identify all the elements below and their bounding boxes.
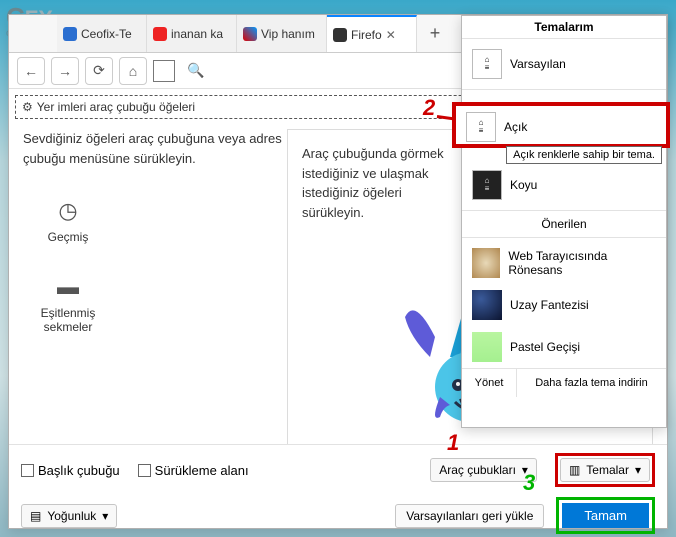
reload-button[interactable]: ⟳ bbox=[85, 57, 113, 85]
tab-firefox-customize[interactable]: Firefo ✕ bbox=[327, 15, 417, 52]
theme-label: Koyu bbox=[510, 178, 537, 192]
synced-tabs-tool[interactable]: ▬ Eşitlenmiş sekmeler bbox=[23, 274, 113, 334]
addressbar-placeholder[interactable] bbox=[153, 60, 175, 82]
restore-defaults-button[interactable]: Varsayılanları geri yükle bbox=[395, 504, 544, 528]
firefox-window: Ceofix-Te inanan ka Vip hanım Firefo ✕ +… bbox=[8, 14, 668, 529]
theme-dark[interactable]: ⌂≡ Koyu bbox=[462, 164, 666, 206]
theme-swatch-icon: ⌂≡ bbox=[472, 49, 502, 79]
get-more-themes-button[interactable]: Daha fazla tema indirin bbox=[517, 369, 666, 397]
theme-space-fantasy[interactable]: Uzay Fantezisi bbox=[462, 284, 666, 326]
theme-thumb-icon bbox=[472, 290, 502, 320]
preview-instruction: Araç çubuğunda görmek istediğiniz ve ula… bbox=[302, 144, 462, 222]
search-icon: 🔍 bbox=[187, 62, 204, 79]
tabs-icon: ▬ bbox=[23, 274, 113, 300]
theme-thumb-icon bbox=[472, 248, 500, 278]
theme-pastel[interactable]: Pastel Geçişi bbox=[462, 326, 666, 368]
checkbox-label: Sürükleme alanı bbox=[155, 463, 249, 478]
density-dropdown[interactable]: ▤ Yoğunluk ▾ bbox=[21, 504, 117, 528]
gear-icon: ⚙ bbox=[22, 100, 33, 114]
tab-label: Ceofix-Te bbox=[81, 27, 132, 41]
tab-label: Firefo bbox=[351, 28, 382, 42]
chevron-down-icon: ▾ bbox=[102, 509, 108, 523]
theme-label: Varsayılan bbox=[510, 57, 566, 71]
favicon-icon bbox=[243, 27, 257, 41]
tab-vip[interactable]: Vip hanım bbox=[237, 15, 327, 52]
new-tab-button[interactable]: + bbox=[417, 15, 453, 52]
checkbox-label: Başlık çubuğu bbox=[38, 463, 120, 478]
themes-button-highlight: ▥ Temalar ▾ bbox=[555, 453, 655, 487]
checkbox-icon bbox=[21, 464, 34, 477]
recommended-title: Önerilen bbox=[462, 215, 666, 233]
theme-light-highlight: ⌂≡ Açık bbox=[452, 102, 670, 148]
tab-inanan[interactable]: inanan ka bbox=[147, 15, 237, 52]
bottom-row-1: Başlık çubuğu Sürükleme alanı Araç çubuk… bbox=[21, 453, 655, 487]
tab-label: inanan ka bbox=[171, 27, 223, 41]
theme-label: Web Tarayıcısında Rönesans bbox=[508, 249, 656, 277]
dd-label: Temalar bbox=[586, 463, 629, 477]
theme-swatch-icon: ⌂≡ bbox=[472, 170, 502, 200]
theme-label: Uzay Fantezisi bbox=[510, 298, 589, 312]
forward-button[interactable]: → bbox=[51, 57, 79, 85]
marker-3: 3 bbox=[523, 470, 535, 496]
manage-themes-button[interactable]: Yönet bbox=[462, 369, 517, 397]
done-button-highlight: Tamam bbox=[556, 497, 655, 534]
theme-label: Açık bbox=[504, 120, 527, 134]
chevron-down-icon: ▾ bbox=[635, 463, 641, 477]
tool-label: Eşitlenmiş sekmeler bbox=[23, 306, 113, 334]
themes-panel: Temalarım ⌂≡ Varsayılan ⌂≡ Açık Açık ren… bbox=[461, 15, 667, 428]
dd-label: Yoğunluk bbox=[47, 509, 96, 523]
instructions-left: Sevdiğiniz öğeleri araç çubuğuna veya ad… bbox=[23, 129, 283, 454]
theme-light[interactable]: ⌂≡ Açık bbox=[466, 112, 666, 142]
marker-1: 1 bbox=[447, 430, 459, 456]
density-icon: ▤ bbox=[30, 509, 41, 523]
instruction-text: Sevdiğiniz öğeleri araç çubuğuna veya ad… bbox=[23, 129, 283, 168]
checkbox-icon bbox=[138, 464, 151, 477]
themes-dropdown[interactable]: ▥ Temalar ▾ bbox=[560, 458, 650, 482]
drag-space-checkbox[interactable]: Sürükleme alanı bbox=[138, 463, 249, 478]
theme-swatch-icon: ⌂≡ bbox=[466, 112, 496, 142]
theme-thumb-icon bbox=[472, 332, 502, 362]
home-button[interactable]: ⌂ bbox=[119, 57, 147, 85]
toolbars-dropdown[interactable]: Araç çubukları ▾ bbox=[430, 458, 537, 482]
back-button[interactable]: ← bbox=[17, 57, 45, 85]
heart-icon bbox=[153, 27, 167, 41]
panel-title: Temalarım bbox=[462, 20, 666, 34]
tool-label: Geçmiş bbox=[23, 230, 113, 244]
theme-label: Pastel Geçişi bbox=[510, 340, 580, 354]
theme-renaissance[interactable]: Web Tarayıcısında Rönesans bbox=[462, 242, 666, 284]
done-button[interactable]: Tamam bbox=[562, 503, 649, 528]
clock-icon: ◷ bbox=[23, 198, 113, 224]
marker-2: 2 bbox=[423, 95, 435, 121]
panel-footer: Yönet Daha fazla tema indirin bbox=[462, 368, 666, 397]
title-bar-checkbox[interactable]: Başlık çubuğu bbox=[21, 463, 120, 478]
theme-tooltip: Açık renklerle sahip bir tema. bbox=[506, 146, 662, 164]
palette-icon: ▥ bbox=[569, 463, 580, 477]
dd-label: Araç çubukları bbox=[439, 463, 516, 477]
bookmarks-label: Yer imleri araç çubuğu öğeleri bbox=[37, 100, 195, 114]
theme-default[interactable]: ⌂≡ Varsayılan bbox=[462, 43, 666, 85]
brush-icon bbox=[333, 28, 347, 42]
bottom-bar: Başlık çubuğu Sürükleme alanı Araç çubuk… bbox=[9, 444, 667, 528]
bottom-row-2: ▤ Yoğunluk ▾ Varsayılanları geri yükle T… bbox=[21, 497, 655, 534]
close-icon[interactable]: ✕ bbox=[386, 28, 396, 42]
tab-ceofix[interactable]: Ceofix-Te bbox=[57, 15, 147, 52]
favicon-icon bbox=[63, 27, 77, 41]
tab-label: Vip hanım bbox=[261, 27, 315, 41]
history-tool[interactable]: ◷ Geçmiş bbox=[23, 198, 113, 244]
